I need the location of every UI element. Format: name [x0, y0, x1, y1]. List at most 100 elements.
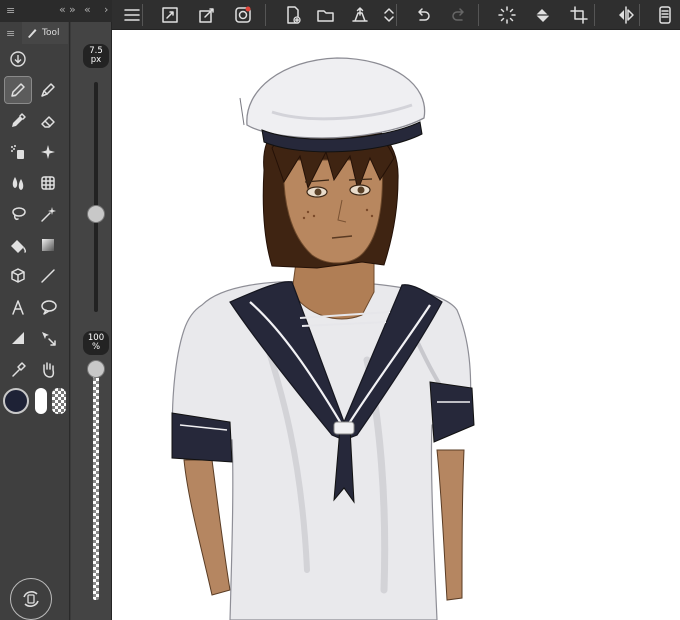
rotate-icon: [23, 591, 39, 607]
flip-horizontal-button[interactable]: [613, 2, 639, 28]
loading-spinner-button[interactable]: [494, 2, 520, 28]
tool-marker[interactable]: [5, 108, 31, 134]
brush-settings-button[interactable]: [230, 2, 256, 28]
toggle-panel-icon[interactable]: ›: [104, 4, 108, 15]
tab-tool-label: Tool: [42, 28, 60, 38]
tool-speech-bubble[interactable]: [35, 294, 61, 320]
top-toolbar: [112, 0, 680, 30]
marker-icon: [12, 113, 26, 127]
tool-frame[interactable]: [5, 325, 31, 351]
tool-magic-wand[interactable]: [35, 201, 61, 227]
open-folder-icon: [317, 10, 334, 22]
fill-bucket-icon: [536, 9, 549, 22]
pencil-icon: [41, 83, 55, 97]
text-icon: [12, 300, 24, 315]
tool-hand[interactable]: [35, 356, 61, 382]
blend-icon: [12, 177, 24, 190]
brush-size-knob[interactable]: [87, 204, 105, 223]
toolbar-separator: [594, 4, 595, 26]
tool-eraser[interactable]: [35, 108, 61, 134]
redo-button[interactable]: [446, 2, 472, 28]
toolbar-separator: [396, 4, 397, 26]
opacity-unit: %: [91, 342, 101, 352]
tool-blend[interactable]: [5, 170, 31, 196]
eyedropper-icon: [12, 362, 26, 377]
sub-color-swatch[interactable]: [35, 388, 47, 414]
magic-wand-icon: [41, 207, 56, 222]
loading-spinner-icon: [498, 6, 516, 24]
sailor-girl-artwork: [171, 57, 475, 620]
tool-eyedropper[interactable]: [5, 356, 31, 382]
toolbar-separator: [639, 4, 640, 26]
tab-tool[interactable]: Tool: [22, 22, 68, 44]
flip-horizontal-icon: [619, 6, 634, 24]
collapse-sidebar-icon[interactable]: «: [84, 4, 91, 15]
device-button[interactable]: [652, 2, 678, 28]
brush-size-track[interactable]: [94, 82, 98, 312]
new-file-icon: [287, 6, 301, 24]
app-window: ≡ « » « › ≡ Tool 7.5 px 100 %: [0, 0, 680, 620]
undo-button[interactable]: [410, 2, 436, 28]
drawing-canvas[interactable]: [112, 30, 680, 620]
menu-icon: [124, 9, 140, 21]
brush-size-unit: px: [90, 55, 102, 65]
tool-sparkle[interactable]: [35, 139, 61, 165]
brush-settings-icon: [235, 6, 251, 23]
toolbar-separator: [142, 4, 143, 26]
panel-menu-icon[interactable]: ≡: [6, 5, 15, 16]
tool-fill[interactable]: [5, 232, 31, 258]
opacity-track[interactable]: [93, 372, 99, 600]
tool-gradient[interactable]: [35, 232, 61, 258]
tool-lasso[interactable]: [5, 201, 31, 227]
hand-icon: [43, 362, 55, 378]
device-icon: [659, 6, 671, 24]
spray-icon: [11, 145, 24, 159]
3d-cube-icon: [11, 268, 25, 283]
tool-panel-menu-icon[interactable]: ≡: [6, 28, 15, 39]
tool-move[interactable]: [35, 325, 61, 351]
redo-icon: [452, 8, 464, 21]
tool-spray[interactable]: [5, 139, 31, 165]
sparkle-icon: [41, 145, 55, 159]
transform-button[interactable]: [194, 2, 220, 28]
crop-icon: [570, 6, 588, 24]
tool-panel: ≡ Tool: [0, 22, 70, 620]
brush-size-readout: 7.5 px: [83, 44, 109, 68]
fill-icon: [11, 240, 27, 253]
opacity-knob[interactable]: [87, 360, 105, 378]
tool-text[interactable]: [5, 294, 31, 320]
line-icon: [41, 269, 55, 283]
new-file-button[interactable]: [280, 2, 306, 28]
export-button[interactable]: [347, 2, 373, 28]
tool-pen[interactable]: [4, 76, 32, 104]
canvas-fit-button[interactable]: [157, 2, 183, 28]
undo-icon: [418, 8, 430, 21]
rotate-canvas-button[interactable]: [10, 578, 52, 620]
gradient-icon: [42, 239, 54, 251]
tool-pencil[interactable]: [35, 77, 61, 103]
transform-icon: [199, 8, 214, 23]
panel-header-strip: ≡ « » « ›: [0, 0, 112, 22]
download-icon[interactable]: [5, 46, 31, 72]
vertical-arrows-button[interactable]: [376, 2, 402, 28]
main-color-swatch[interactable]: [3, 388, 29, 414]
toolbar-separator: [478, 4, 479, 26]
tool-line[interactable]: [35, 263, 61, 289]
speech-bubble-icon: [41, 300, 57, 315]
transparent-color-swatch[interactable]: [52, 388, 66, 414]
collapse-left-icon[interactable]: «: [59, 4, 66, 15]
open-folder-button[interactable]: [313, 2, 339, 28]
frame-icon: [12, 332, 24, 344]
eraser-icon: [41, 116, 55, 128]
fill-bucket-button[interactable]: [530, 2, 556, 28]
tool-3d-cube[interactable]: [5, 263, 31, 289]
move-icon: [42, 332, 56, 346]
brush-tab-icon: [28, 29, 37, 38]
toolbar-separator: [265, 4, 266, 26]
tool-mesh[interactable]: [35, 170, 61, 196]
mesh-icon: [41, 176, 55, 190]
expand-right-icon[interactable]: »: [69, 4, 76, 15]
crop-button[interactable]: [566, 2, 592, 28]
opacity-readout: 100 %: [83, 331, 109, 355]
export-icon: [352, 7, 368, 22]
